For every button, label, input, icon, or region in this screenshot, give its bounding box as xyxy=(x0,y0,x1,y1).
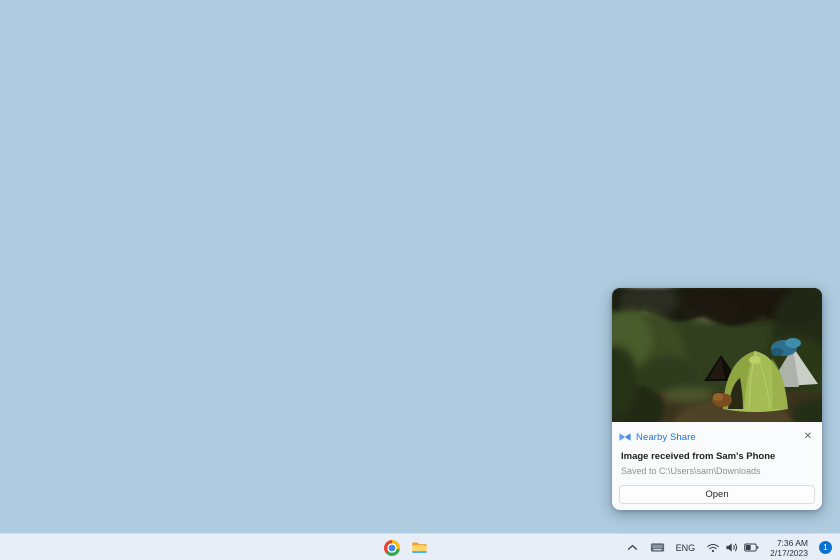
campsite-photo xyxy=(612,288,822,422)
nearby-share-notification: Nearby Share ✕ Image received from Sam's… xyxy=(612,288,822,510)
notification-header: Nearby Share ✕ xyxy=(619,431,815,443)
chrome-logo xyxy=(384,540,400,556)
open-button[interactable]: Open xyxy=(619,485,815,504)
clock-date: 2/17/2023 xyxy=(770,548,808,558)
volume-icon xyxy=(725,541,739,554)
quick-settings[interactable] xyxy=(706,541,759,554)
notification-badge[interactable]: 1 xyxy=(819,541,832,554)
notification-app-name: Nearby Share xyxy=(636,432,696,443)
close-icon[interactable]: ✕ xyxy=(801,431,815,443)
system-tray: ENG 7:36 AM xyxy=(626,534,832,560)
chrome-icon[interactable] xyxy=(383,539,400,556)
clock-time: 7:36 AM xyxy=(770,538,808,548)
nearby-share-icon xyxy=(619,432,631,442)
notification-title: Image received from Sam's Phone xyxy=(619,451,815,462)
file-explorer-icon[interactable] xyxy=(411,539,428,556)
clock[interactable]: 7:36 AM 2/17/2023 xyxy=(770,538,808,558)
taskbar: ENG 7:36 AM xyxy=(0,533,840,560)
wifi-icon xyxy=(706,541,720,554)
desktop[interactable]: Nearby Share ✕ Image received from Sam's… xyxy=(0,0,840,560)
language-indicator[interactable]: ENG xyxy=(676,543,696,553)
touch-keyboard-icon[interactable] xyxy=(650,542,665,553)
chevron-up-icon[interactable] xyxy=(626,541,639,554)
notification-body: Nearby Share ✕ Image received from Sam's… xyxy=(612,422,822,510)
battery-icon xyxy=(744,542,759,553)
folder-glyph xyxy=(411,539,428,556)
notification-subtitle: Saved to C:\Users\sam\Downloads xyxy=(619,466,815,476)
taskbar-app-icons xyxy=(383,534,428,560)
shared-image-preview xyxy=(612,288,822,422)
